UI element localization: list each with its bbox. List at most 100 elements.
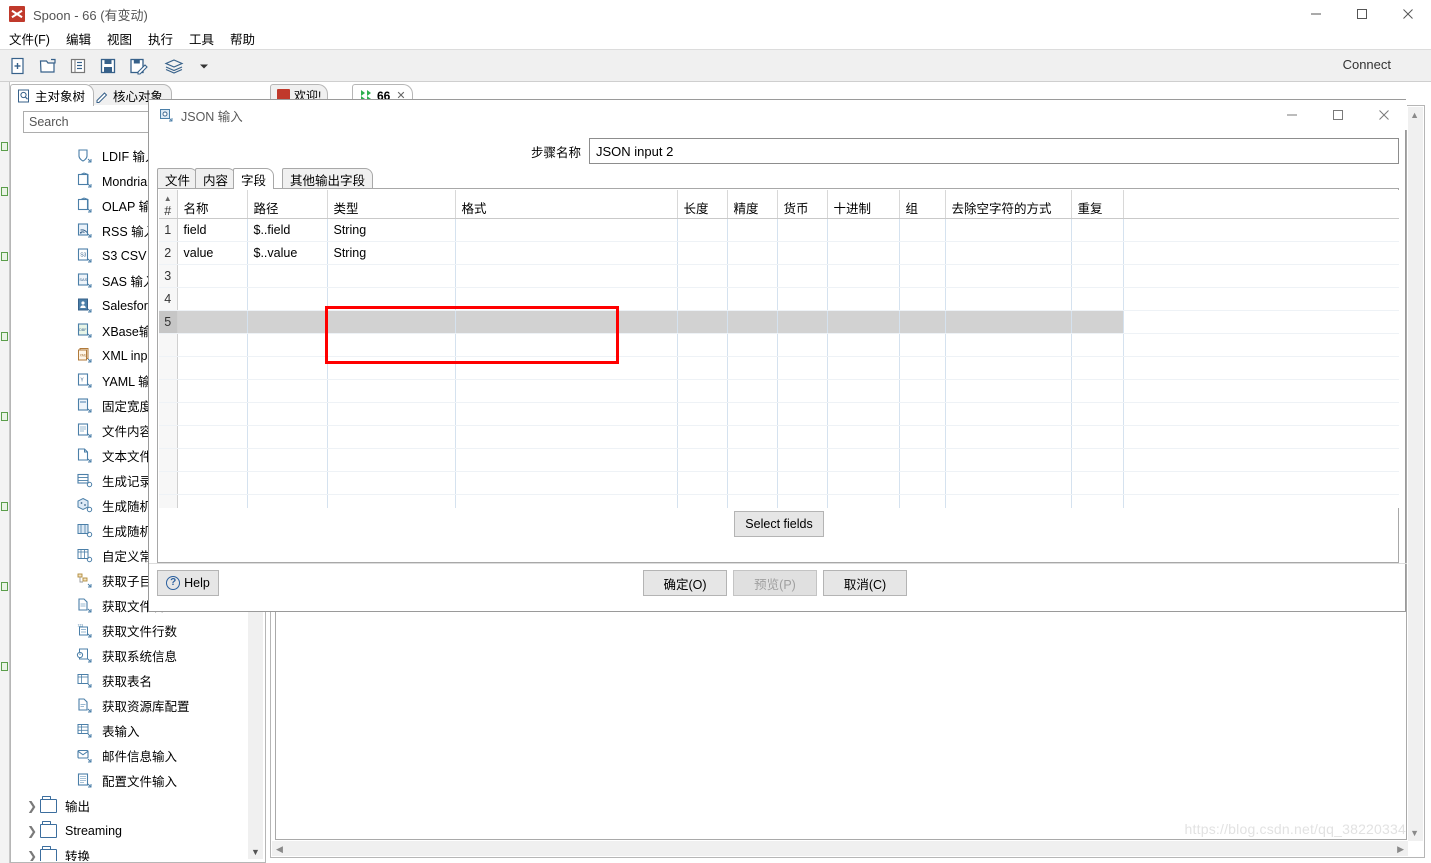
cell-precision[interactable] — [727, 287, 778, 311]
cell-name[interactable] — [177, 310, 248, 334]
cell-trim[interactable] — [945, 310, 1072, 334]
table-row[interactable]: 5 — [159, 310, 1399, 334]
maximize-icon[interactable] — [1339, 0, 1385, 28]
cell-trim[interactable] — [945, 287, 1072, 311]
tree-item-mail-input[interactable]: 邮件信息输入 — [12, 743, 252, 768]
new-file-icon[interactable] — [6, 54, 30, 78]
cell-length[interactable] — [677, 241, 728, 265]
tab-content[interactable]: 内容 — [195, 168, 237, 189]
cell-trim[interactable] — [945, 241, 1072, 265]
cell-format[interactable] — [455, 287, 678, 311]
save-icon[interactable] — [96, 54, 120, 78]
cell-currency[interactable] — [777, 264, 828, 288]
table-row[interactable]: 4 — [159, 287, 1399, 311]
connect-label[interactable]: Connect — [1343, 57, 1391, 72]
column-header-group[interactable]: 组 — [899, 190, 946, 219]
cell-type[interactable] — [327, 287, 456, 311]
cell-precision[interactable] — [727, 241, 778, 265]
table-row[interactable]: 3 — [159, 264, 1399, 288]
column-header-precision[interactable]: 精度 — [727, 190, 778, 219]
cell-path[interactable] — [247, 310, 328, 334]
cell-repeat[interactable] — [1071, 310, 1124, 334]
menu-tools[interactable]: 工具 — [189, 29, 214, 48]
column-header-rownum[interactable]: ▲ # — [159, 190, 178, 219]
cell-decimal[interactable] — [827, 218, 900, 242]
table-row[interactable]: 2 value $..value String — [159, 241, 1399, 265]
cell-decimal[interactable] — [827, 287, 900, 311]
cell-name[interactable]: field — [177, 218, 248, 242]
tree-item-get-file-rows[interactable]: 123 获取文件行数 — [12, 618, 252, 643]
column-header-decimal[interactable]: 十进制 — [827, 190, 900, 219]
cell-repeat[interactable] — [1071, 264, 1124, 288]
cell-precision[interactable] — [727, 264, 778, 288]
cell-currency[interactable] — [777, 241, 828, 265]
tree-folder-transform[interactable]: ❯ 转换 — [12, 843, 252, 861]
cell-format[interactable] — [455, 241, 678, 265]
cell-group[interactable] — [899, 264, 946, 288]
column-header-name[interactable]: 名称 — [177, 190, 248, 219]
minimize-icon[interactable] — [1293, 0, 1339, 28]
tree-item-get-table-names[interactable]: 获取表名 — [12, 668, 252, 693]
column-header-format[interactable]: 格式 — [455, 190, 678, 219]
column-header-repeat[interactable]: 重复 — [1071, 190, 1124, 219]
cell-length[interactable] — [677, 287, 728, 311]
menu-file[interactable]: 文件(F) — [9, 29, 50, 48]
cell-length[interactable] — [677, 218, 728, 242]
help-button[interactable]: ? Help — [157, 570, 219, 596]
step-name-input[interactable] — [589, 138, 1399, 164]
cell-group[interactable] — [899, 310, 946, 334]
cell-repeat[interactable] — [1071, 218, 1124, 242]
cell-currency[interactable] — [777, 218, 828, 242]
cell-type[interactable]: String — [327, 218, 456, 242]
cell-name[interactable] — [177, 287, 248, 311]
cell-decimal[interactable] — [827, 310, 900, 334]
cell-path[interactable] — [247, 264, 328, 288]
scroll-up-arrow-icon[interactable]: ▲ — [1410, 110, 1419, 120]
cell-trim[interactable] — [945, 218, 1072, 242]
tree-item-get-system-info[interactable]: 获取系统信息 — [12, 643, 252, 668]
tree-folder-output[interactable]: ❯ 输出 — [12, 793, 252, 818]
tree-folder-streaming[interactable]: ❯ Streaming — [12, 818, 252, 843]
ok-button[interactable]: 确定(O) — [643, 570, 727, 596]
cell-format[interactable] — [455, 310, 678, 334]
cell-precision[interactable] — [727, 218, 778, 242]
scroll-down-arrow-icon[interactable]: ▼ — [248, 844, 263, 859]
cell-name[interactable]: value — [177, 241, 248, 265]
canvas-vertical-scrollbar[interactable]: ▲ ▼ — [1408, 107, 1423, 841]
cell-length[interactable] — [677, 310, 728, 334]
fields-grid[interactable]: ▲ # 名称 路径 类型 格式 长度 精度 货币 十进制 组 去除空字符的方式 … — [159, 190, 1399, 508]
cell-currency[interactable] — [777, 310, 828, 334]
layers-icon[interactable] — [162, 54, 186, 78]
save-as-icon[interactable] — [126, 54, 150, 78]
cell-decimal[interactable] — [827, 241, 900, 265]
tab-fields[interactable]: 字段 — [233, 168, 275, 189]
menu-edit[interactable]: 编辑 — [66, 29, 91, 48]
cell-group[interactable] — [899, 218, 946, 242]
cell-group[interactable] — [899, 287, 946, 311]
cell-trim[interactable] — [945, 264, 1072, 288]
explore-repository-icon[interactable] — [66, 54, 90, 78]
close-icon[interactable] — [1385, 0, 1431, 28]
cell-format[interactable] — [455, 218, 678, 242]
column-header-currency[interactable]: 货币 — [777, 190, 828, 219]
scroll-down-arrow-icon[interactable]: ▼ — [1410, 828, 1419, 838]
minimize-icon[interactable] — [1269, 100, 1315, 130]
cell-path[interactable]: $..value — [247, 241, 328, 265]
tab-file[interactable]: 文件 — [157, 168, 199, 189]
cell-type[interactable]: String — [327, 241, 456, 265]
table-row[interactable]: 1 field $..field String — [159, 218, 1399, 242]
cancel-button[interactable]: 取消(C) — [823, 570, 907, 596]
cell-repeat[interactable] — [1071, 241, 1124, 265]
column-header-type[interactable]: 类型 — [327, 190, 456, 219]
menu-help[interactable]: 帮助 — [230, 29, 255, 48]
cell-format[interactable] — [455, 264, 678, 288]
cell-name[interactable] — [177, 264, 248, 288]
select-fields-button[interactable]: Select fields — [734, 511, 824, 537]
cell-length[interactable] — [677, 264, 728, 288]
chevron-down-icon[interactable] — [192, 54, 216, 78]
column-header-path[interactable]: 路径 — [247, 190, 328, 219]
cell-group[interactable] — [899, 241, 946, 265]
cell-path[interactable]: $..field — [247, 218, 328, 242]
scroll-left-arrow-icon[interactable]: ◀ — [276, 844, 283, 855]
cell-currency[interactable] — [777, 287, 828, 311]
